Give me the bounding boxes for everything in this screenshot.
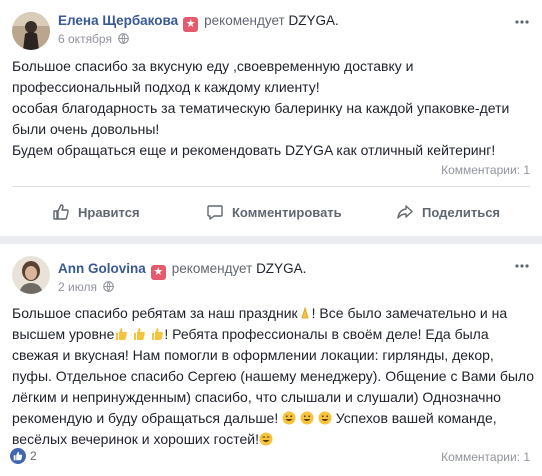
text-line: весёлых вечеринок и хороших гостей!: [12, 429, 534, 450]
text-line: профессиональный подход к каждому клиент…: [12, 79, 320, 95]
recommend-star-icon: ★: [150, 265, 166, 280]
grinning-emoji: [318, 411, 332, 425]
share-label: Поделиться: [422, 204, 501, 220]
globe-icon: [103, 281, 114, 292]
text-line: Большое спасибо за вкусную еду ,своеврем…: [12, 58, 414, 74]
author-name[interactable]: Ann Golovina: [58, 261, 146, 276]
avatar[interactable]: [12, 256, 50, 294]
reactions-summary[interactable]: 2: [10, 448, 37, 464]
page-link[interactable]: DZYGA.: [256, 261, 306, 276]
share-button[interactable]: Поделиться: [396, 200, 500, 224]
like-button[interactable]: Нравится: [52, 200, 140, 224]
avatar[interactable]: [12, 12, 50, 50]
review-post: Елена Щербакова ★ рекомендует DZYGA. 6 окт…: [0, 0, 542, 236]
author-name[interactable]: Елена Щербакова: [58, 13, 178, 28]
post-header: Елена Щербакова ★ рекомендует DZYGA.: [58, 13, 339, 32]
grinning-emoji: [282, 411, 296, 425]
text-line: высшем уровне! Ребята профессионалы в св…: [12, 326, 489, 342]
grinning-emoji: [300, 411, 314, 425]
thumbs-up-emoji: [152, 328, 164, 340]
text-line: лёгким и непринужденным) спасибо, что сл…: [12, 389, 501, 405]
text-line: Большое спасибо ребятам за наш праздник!…: [12, 305, 508, 321]
smiling-emoji: [259, 432, 273, 446]
recommend-star-icon: ★: [183, 17, 199, 32]
post-text: Большое спасибо ребятам за наш праздник!…: [12, 303, 534, 450]
more-dots-icon[interactable]: [514, 258, 530, 274]
text-line: свежая и вкусная! Нам помогли в оформлен…: [12, 347, 494, 363]
review-post: Ann Golovina ★ рекомендует DZYGA. 2 июля Б…: [0, 244, 542, 476]
comment-label: Комментировать: [232, 204, 342, 220]
thumbs-up-emoji: [134, 328, 146, 340]
thumbs-up-emoji: [116, 328, 128, 340]
like-label: Нравится: [78, 204, 140, 220]
page-link[interactable]: DZYGA.: [288, 13, 338, 28]
post-text: Большое спасибо за вкусную еду ,своеврем…: [12, 56, 509, 161]
globe-icon: [118, 33, 129, 44]
post-date[interactable]: 2 июля: [58, 280, 97, 294]
text-line: Будем обращаться еще и рекомендовать DZY…: [12, 142, 496, 158]
post-meta: 2 июля: [58, 280, 114, 294]
text-line: пуфы. Отдельное спасибо Сергею (нашему м…: [12, 368, 535, 384]
like-reaction-icon: [10, 448, 26, 464]
thumbs-up-icon: [53, 204, 69, 220]
post-date[interactable]: 6 октября: [58, 32, 112, 46]
text-line: были очень довольны!: [12, 121, 160, 137]
post-meta: 6 октября: [58, 32, 129, 46]
comments-count[interactable]: Комментарии: 1: [441, 450, 530, 464]
reactions-count: 2: [30, 449, 37, 463]
share-arrow-icon: [397, 205, 413, 219]
comment-button[interactable]: Комментировать: [206, 200, 342, 224]
recommends-text: рекомендует: [204, 13, 285, 28]
recommends-text: рекомендует: [171, 261, 253, 276]
comments-count[interactable]: Комментарии: 1: [441, 163, 530, 177]
text-line: рекомендую и буду обращаться дальше! Усп…: [12, 410, 497, 426]
text-line: особая благодарность за тематическую бал…: [12, 100, 510, 116]
pray-emoji: [301, 306, 309, 319]
more-dots-icon[interactable]: [514, 14, 530, 30]
comment-bubble-icon: [207, 205, 223, 220]
post-header: Ann Golovina ★ рекомендует DZYGA.: [58, 261, 306, 280]
divider: [12, 186, 530, 187]
